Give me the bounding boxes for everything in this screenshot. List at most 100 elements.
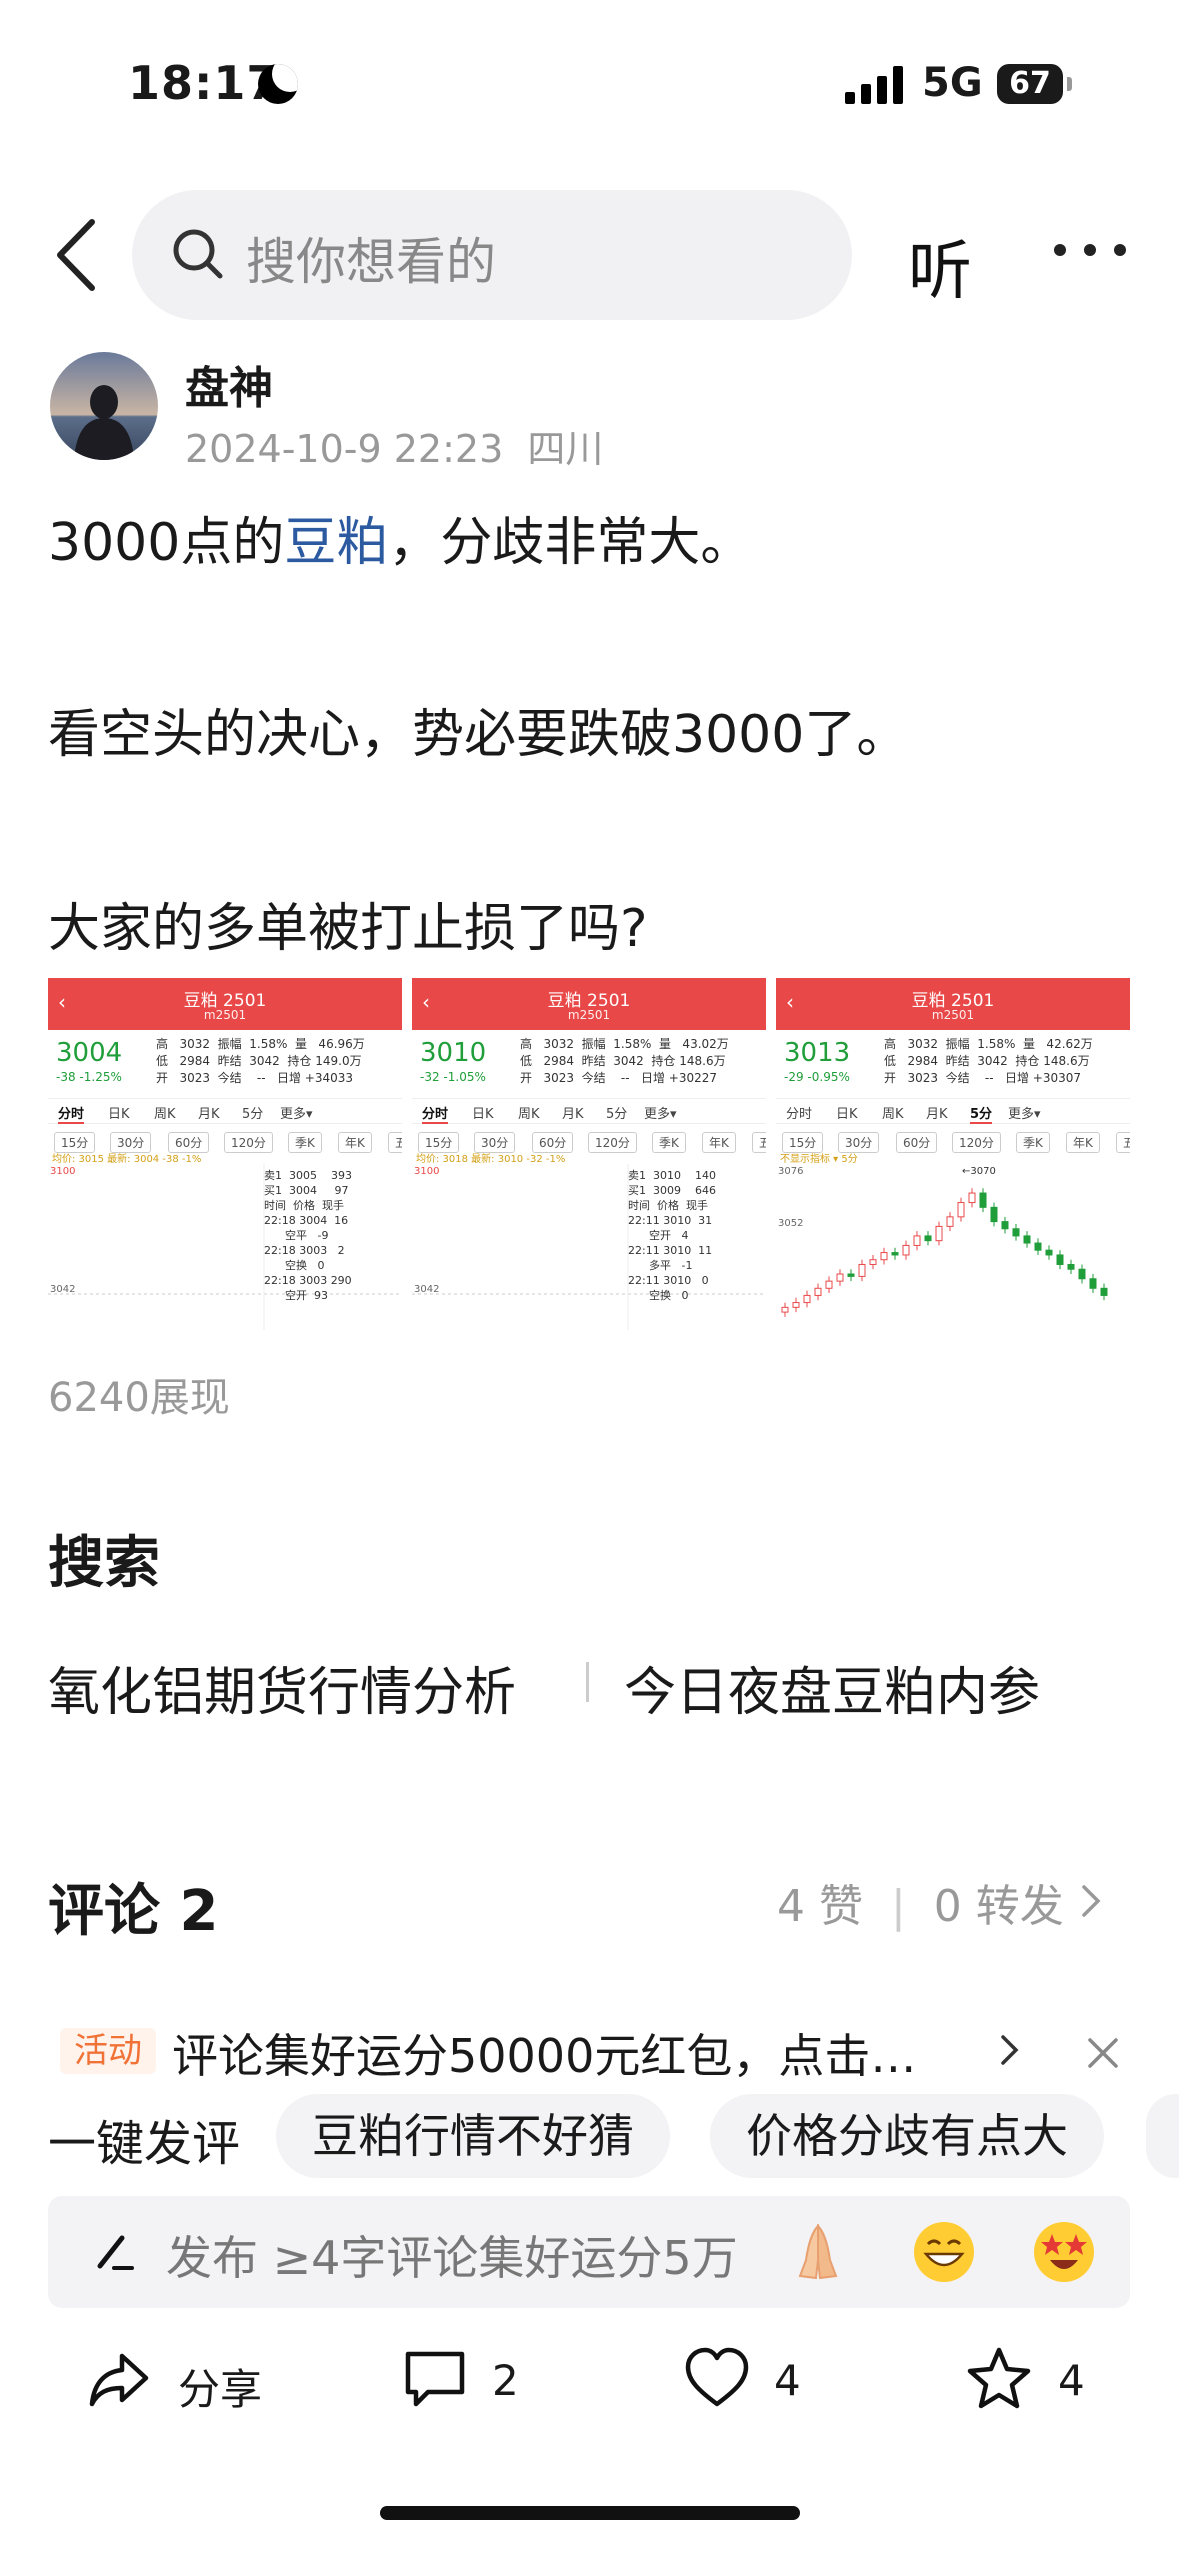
chart-tab: 更多▾ <box>644 1107 677 1122</box>
quick-reply-chip[interactable]: 价格分歧有点大 <box>710 2094 1104 2178</box>
comments-stats[interactable]: 4 赞 | 0 转发 <box>777 1870 1064 1934</box>
chart-stats: 高 3032 振幅 1.58% 量 46.96万 低 2984 昨结 3042 … <box>156 1037 365 1085</box>
search-icon <box>173 229 223 279</box>
chevron-right-icon[interactable] <box>1080 1884 1102 1918</box>
quick-reply-label: 一键发评 <box>48 2116 241 2172</box>
chart-image-3[interactable]: ‹ 豆粕 2501 m2501 3013 -29 -0.95% 高 3032 振… <box>776 978 1130 1330</box>
chart-period-tab: 五 <box>1116 1132 1130 1153</box>
candle-body <box>880 1252 888 1261</box>
chart-period-tab: 五 <box>388 1132 402 1153</box>
pen-icon <box>97 2235 134 2270</box>
chart-tab: 月K <box>562 1107 584 1122</box>
chart-tabs: 分时 日K 周K 月K 5分 更多▾ <box>412 1098 766 1124</box>
quick-reply-chip-overflow[interactable] <box>1146 2094 1179 2178</box>
comment-button[interactable]: 2 <box>402 2346 552 2418</box>
chart-tabs: 分时 日K 周K 月K 5分 更多▾ <box>48 1098 402 1124</box>
candle-body <box>924 1235 932 1242</box>
axis-label: 3076 <box>778 1166 803 1177</box>
chart-quote: 3013 -29 -0.95% 高 3032 振幅 1.58% 量 42.62万… <box>776 1034 1130 1088</box>
candle-body <box>902 1244 910 1256</box>
like-button[interactable]: 4 <box>684 2346 834 2418</box>
search-suggestion[interactable]: 今日夜盘豆粕内参 <box>624 1650 1040 1725</box>
chart-symbol: m2501 <box>931 1008 975 1022</box>
more-icon[interactable] <box>1050 240 1130 260</box>
candle-body <box>1067 1263 1075 1270</box>
candle-body <box>1056 1254 1064 1265</box>
axis-label: 3042 <box>414 1284 439 1295</box>
chart-period-tab: 季K <box>652 1132 686 1153</box>
author-name[interactable]: 盘神 <box>185 352 273 416</box>
avatar[interactable] <box>50 352 158 460</box>
listen-button[interactable]: 听 <box>908 220 972 312</box>
chart-change: -38 -1.25% <box>56 1070 122 1084</box>
peak-annotation: ←3070 <box>962 1166 996 1177</box>
star-eyes-emoji-icon[interactable] <box>1032 2220 1096 2284</box>
search-input[interactable]: 搜你想看的 <box>132 190 852 320</box>
order-book: 卖1 3005 393 买1 3004 97 时间 价格 现手 22:18 30… <box>264 1169 352 1302</box>
likes-count: 4 赞 <box>777 1881 863 1932</box>
chart-price: 3010 <box>420 1038 487 1068</box>
chart-header: ‹ 豆粕 2501 m2501 <box>48 978 402 1030</box>
grin-emoji-icon[interactable] <box>912 2220 976 2284</box>
chart-period-tab: 年K <box>702 1132 736 1153</box>
post-line-2: 看空头的决心，势必要跌破3000了。 <box>48 705 909 765</box>
candle-body <box>814 1287 822 1296</box>
close-icon[interactable] <box>1086 2036 1120 2070</box>
chart-tab: 月K <box>926 1107 948 1122</box>
search-placeholder: 搜你想看的 <box>246 233 496 291</box>
chart-header: ‹ 豆粕 2501 m2501 <box>412 978 766 1030</box>
share-button[interactable]: 分享 <box>86 2346 286 2418</box>
status-time: 18:17 <box>128 56 280 110</box>
favorite-count: 4 <box>1058 2356 1085 2405</box>
chart-tab: 周K <box>518 1107 540 1122</box>
chart-symbol: m2501 <box>567 1008 611 1022</box>
promo-text[interactable]: 评论集好运分50000元红包，点击… <box>172 2020 916 2086</box>
chart-tab: 分时 <box>58 1103 85 1124</box>
chart-period-tab: 年K <box>338 1132 372 1153</box>
favorite-button[interactable]: 4 <box>966 2346 1116 2418</box>
chart-latest: 均价: 3018 最新: 3010 -32 -1% <box>416 1154 566 1165</box>
chart-tab: 分时 <box>786 1107 813 1122</box>
chart-period-tab: 120分 <box>952 1132 1001 1153</box>
chart-tab: 5分 <box>242 1107 264 1122</box>
like-count: 4 <box>774 2356 801 2405</box>
search-section-title: 搜索 <box>48 1531 160 1596</box>
chevron-right-icon[interactable] <box>1000 2034 1020 2066</box>
back-icon[interactable] <box>52 218 102 292</box>
topic-link[interactable]: 豆粕 <box>284 513 388 573</box>
share-icon <box>89 2353 149 2407</box>
candle-body <box>979 1192 987 1208</box>
chart-tab: 月K <box>198 1107 220 1122</box>
post-line-3: 大家的多单被打止损了吗? <box>48 899 648 959</box>
chart-change: -32 -1.05% <box>420 1070 486 1084</box>
chart-tab: 日K <box>836 1107 858 1122</box>
candle-body <box>1045 1249 1053 1256</box>
quick-reply-chip[interactable]: 豆粕行情不好猜 <box>276 2094 670 2178</box>
candle-body <box>825 1280 833 1289</box>
order-book: 卖1 3010 140 买1 3009 646 时间 价格 现手 22:11 3… <box>628 1169 716 1302</box>
promo-tag: 活动 <box>60 2028 156 2074</box>
candle-body <box>1012 1228 1020 1237</box>
chart-tab: 周K <box>882 1107 904 1122</box>
chart-image-2[interactable]: ‹ 豆粕 2501 m2501 3010 -32 -1.05% 高 3032 振… <box>412 978 766 1330</box>
chart-period-tab: 季K <box>1016 1132 1050 1153</box>
candle-body <box>968 1192 976 1204</box>
candle-body <box>957 1202 965 1218</box>
chart-header: ‹ 豆粕 2501 m2501 <box>776 978 1130 1030</box>
candle-body <box>935 1225 943 1242</box>
chart-period-tab: 60分 <box>896 1132 938 1153</box>
candle-body <box>1023 1235 1031 1244</box>
axis-label: 3052 <box>778 1218 803 1229</box>
comment-input[interactable]: 发布 ≥4字评论集好运分5万 <box>48 2196 1130 2308</box>
share-label: 分享 <box>178 2365 263 2414</box>
chart-symbol: m2501 <box>203 1008 247 1022</box>
network-type: 5G <box>922 60 983 106</box>
chart-tab: 周K <box>154 1107 176 1122</box>
chart-quote: 3004 -38 -1.25% 高 3032 振幅 1.58% 量 46.96万… <box>48 1034 402 1088</box>
battery-icon: 67 <box>997 64 1072 104</box>
pray-emoji-icon[interactable] <box>786 2220 850 2284</box>
chart-tab: 更多▾ <box>1008 1107 1041 1122</box>
chart-image-1[interactable]: ‹ 豆粕 2501 m2501 3004 -38 -1.25% 高 3032 振… <box>48 978 402 1330</box>
search-suggestion[interactable]: 氧化铝期货行情分析 <box>48 1650 516 1725</box>
axis-label: 3100 <box>50 1166 75 1177</box>
